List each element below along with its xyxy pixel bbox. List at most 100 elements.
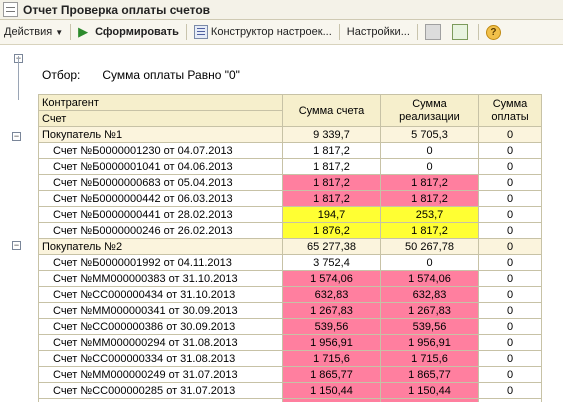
- oplata-cell[interactable]: 0: [478, 382, 542, 399]
- realizacia-cell[interactable]: 1 817,2: [380, 174, 479, 191]
- summa-cell[interactable]: 1 817,2: [282, 174, 381, 191]
- group-realizacia-cell[interactable]: 5 705,3: [380, 126, 479, 143]
- realizacia-cell[interactable]: 0: [380, 142, 479, 159]
- summa-cell[interactable]: 1 876,2: [282, 222, 381, 239]
- oplata-cell[interactable]: 0: [478, 158, 542, 175]
- table-row[interactable]: Счет №Б0000001230 от 04.07.2013 1 817,2 0 0: [38, 142, 542, 159]
- table-row[interactable]: Счет №СС000000386 от 30.09.2013 539,56 539…: [38, 318, 542, 335]
- summa-cell[interactable]: 1 150,44: [282, 382, 381, 399]
- schet-cell[interactable]: Счет №Б0000000441 от 28.02.2013: [38, 206, 283, 223]
- summa-cell[interactable]: 3 752,4: [282, 398, 381, 402]
- table-row[interactable]: Счет №ММ000000294 от 31.08.2013 1 956,91 1…: [38, 334, 542, 351]
- schet-cell[interactable]: Счет №ММ000000383 от 31.10.2013: [38, 270, 283, 287]
- realizacia-cell[interactable]: 1 817,2: [380, 190, 479, 207]
- oplata-cell[interactable]: 0: [478, 142, 542, 159]
- schet-cell[interactable]: Счет №ММ000000294 от 31.08.2013: [38, 334, 283, 351]
- table-row[interactable]: Счет №Б0000000683 от 05.04.2013 1 817,2 1 …: [38, 174, 542, 191]
- save-settings-button[interactable]: [448, 21, 475, 43]
- schet-cell[interactable]: Счет №СС000000285 от 31.07.2013: [38, 382, 283, 399]
- summa-cell[interactable]: 1 956,91: [282, 334, 381, 351]
- realizacia-cell[interactable]: 0: [380, 254, 479, 271]
- realizacia-cell[interactable]: 1 267,83: [380, 302, 479, 319]
- summa-cell[interactable]: 539,56: [282, 318, 381, 335]
- table-row[interactable]: Счет №Б0000001041 от 04.06.2013 1 817,2 0 0: [38, 158, 542, 175]
- actions-menu-button[interactable]: Действия ▼: [0, 21, 67, 43]
- group-row[interactable]: Покупатель №2 65 277,38 50 267,78 0: [38, 238, 542, 255]
- oplata-cell[interactable]: 0: [478, 302, 542, 319]
- realizacia-cell[interactable]: 1 956,91: [380, 334, 479, 351]
- realizacia-cell[interactable]: 632,83: [380, 286, 479, 303]
- oplata-cell[interactable]: 0: [478, 366, 542, 383]
- group-summa-cell[interactable]: 65 277,38: [282, 238, 381, 255]
- realizacia-cell[interactable]: 253,7: [380, 206, 479, 223]
- settings-constructor-button[interactable]: Конструктор настроек...: [190, 21, 336, 43]
- group-summa-cell[interactable]: 9 339,7: [282, 126, 381, 143]
- group-realizacia-cell[interactable]: 50 267,78: [380, 238, 479, 255]
- oplata-cell[interactable]: 0: [478, 222, 542, 239]
- schet-cell[interactable]: Счет №ММ000000341 от 30.09.2013: [38, 302, 283, 319]
- schet-cell[interactable]: Счет №Б0000000683 от 05.04.2013: [38, 174, 283, 191]
- oplata-cell[interactable]: 0: [478, 190, 542, 207]
- summa-cell[interactable]: 194,7: [282, 206, 381, 223]
- group-oplata-cell[interactable]: 0: [478, 126, 542, 143]
- table-row[interactable]: Счет №Б0000000246 от 26.02.2013 1 876,2 1 …: [38, 222, 542, 239]
- table-row[interactable]: Счет №ММ000000383 от 31.10.2013 1 574,06 1…: [38, 270, 542, 287]
- schet-cell[interactable]: Счет №Б0000001350 от 10.07.2013: [38, 398, 283, 402]
- oplata-cell[interactable]: 0: [478, 398, 542, 402]
- settings-button[interactable]: Настройки...: [343, 21, 414, 43]
- table-row[interactable]: Счет №Б0000000442 от 06.03.2013 1 817,2 1 …: [38, 190, 542, 207]
- schet-cell[interactable]: Счет №Б0000001041 от 04.06.2013: [38, 158, 283, 175]
- summa-cell[interactable]: 632,83: [282, 286, 381, 303]
- oplata-cell[interactable]: 0: [478, 318, 542, 335]
- table-row[interactable]: Счет №Б0000001350 от 10.07.20133 752,43 …: [38, 398, 542, 402]
- table-row[interactable]: Счет №СС000000285 от 31.07.2013 1 150,44 1…: [38, 382, 542, 399]
- collapse-group-icon[interactable]: −: [12, 241, 21, 250]
- summa-cell[interactable]: 1 817,2: [282, 190, 381, 207]
- group-oplata-cell[interactable]: 0: [478, 238, 542, 255]
- load-settings-button[interactable]: [421, 21, 448, 43]
- oplata-cell[interactable]: 0: [478, 270, 542, 287]
- summa-cell[interactable]: 1 574,06: [282, 270, 381, 287]
- summa-cell[interactable]: 1 817,2: [282, 158, 381, 175]
- realizacia-cell[interactable]: 0: [380, 158, 479, 175]
- table-row[interactable]: Счет №СС000000434 от 31.10.2013 632,83 632…: [38, 286, 542, 303]
- schet-cell[interactable]: Счет №Б0000001992 от 04.11.2013: [38, 254, 283, 271]
- table-row[interactable]: Счет №СС000000334 от 31.08.2013 1 715,6 1 …: [38, 350, 542, 367]
- oplata-cell[interactable]: 0: [478, 350, 542, 367]
- oplata-cell[interactable]: 0: [478, 254, 542, 271]
- realizacia-cell[interactable]: 1 150,44: [380, 382, 479, 399]
- generate-button[interactable]: ▶ Сформировать: [74, 21, 183, 43]
- table-row[interactable]: Счет №Б0000000441 от 28.02.2013 194,7 253,…: [38, 206, 542, 223]
- group-name-cell[interactable]: Покупатель №2: [38, 238, 283, 255]
- realizacia-cell[interactable]: 1 574,06: [380, 270, 479, 287]
- realizacia-cell[interactable]: 1 865,77: [380, 366, 479, 383]
- summa-cell[interactable]: 1 817,2: [282, 142, 381, 159]
- schet-cell[interactable]: Счет №Б0000001230 от 04.07.2013: [38, 142, 283, 159]
- summa-cell[interactable]: 1 865,77: [282, 366, 381, 383]
- table-row[interactable]: Счет №ММ000000341 от 30.09.2013 1 267,83 1…: [38, 302, 542, 319]
- oplata-cell[interactable]: 0: [478, 174, 542, 191]
- summa-cell[interactable]: 1 715,6: [282, 350, 381, 367]
- realizacia-cell[interactable]: 539,56: [380, 318, 479, 335]
- summa-cell[interactable]: 3 752,4: [282, 254, 381, 271]
- schet-cell[interactable]: Счет №СС000000334 от 31.08.2013: [38, 350, 283, 367]
- table-row[interactable]: Счет №Б0000001992 от 04.11.2013 3 752,4 0 0: [38, 254, 542, 271]
- schet-cell[interactable]: Счет №СС000000434 от 31.10.2013: [38, 286, 283, 303]
- realizacia-cell[interactable]: 1 817,2: [380, 222, 479, 239]
- oplata-cell[interactable]: 0: [478, 334, 542, 351]
- help-button[interactable]: ?: [482, 21, 508, 43]
- schet-cell[interactable]: Счет №СС000000386 от 30.09.2013: [38, 318, 283, 335]
- schet-cell[interactable]: Счет №Б0000000442 от 06.03.2013: [38, 190, 283, 207]
- summa-cell[interactable]: 1 267,83: [282, 302, 381, 319]
- table-row[interactable]: Счет №ММ000000249 от 31.07.2013 1 865,77 1…: [38, 366, 542, 383]
- group-name-cell[interactable]: Покупатель №1: [38, 126, 283, 143]
- schet-cell[interactable]: Счет №Б0000000246 от 26.02.2013: [38, 222, 283, 239]
- collapse-group-icon[interactable]: −: [12, 132, 21, 141]
- oplata-cell[interactable]: 0: [478, 286, 542, 303]
- realizacia-cell[interactable]: 1 715,6: [380, 350, 479, 367]
- toolbar: Действия ▼ ▶ Сформировать Конструктор на…: [0, 20, 563, 45]
- realizacia-cell[interactable]: 3 752,4: [380, 398, 479, 402]
- schet-cell[interactable]: Счет №ММ000000249 от 31.07.2013: [38, 366, 283, 383]
- oplata-cell[interactable]: 0: [478, 206, 542, 223]
- group-row[interactable]: Покупатель №1 9 339,7 5 705,3 0: [38, 126, 542, 143]
